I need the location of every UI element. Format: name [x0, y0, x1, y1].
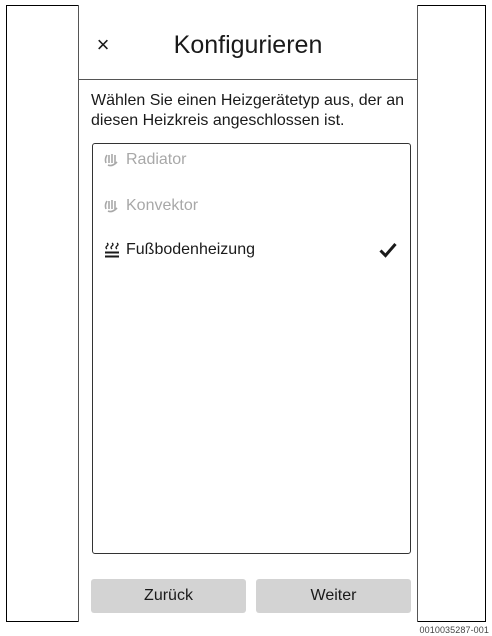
- figure: × Konfigurieren Wählen Sie einen Heizger…: [0, 0, 492, 636]
- instruction-text: Wählen Sie einen Heizgerätetyp aus, der …: [91, 92, 405, 129]
- page-title: Konfigurieren: [173, 31, 323, 59]
- convector-icon: [102, 196, 122, 216]
- checkmark-icon: [378, 240, 398, 260]
- figure-id: 0010035287-001: [419, 625, 489, 635]
- list-item-label: Radiator: [126, 151, 187, 168]
- floor-heating-icon: [102, 240, 122, 260]
- heater-type-list: Radiator Konvektor Fußbodenheizung: [92, 143, 411, 554]
- back-button[interactable]: Zurück: [91, 579, 246, 613]
- list-item-convector[interactable]: Konvektor: [102, 192, 398, 220]
- phone-screen: × Konfigurieren Wählen Sie einen Heizger…: [78, 5, 418, 622]
- list-item-radiator[interactable]: Radiator: [102, 146, 398, 174]
- dialog-header: × Konfigurieren: [79, 5, 417, 80]
- list-item-label: Konvektor: [126, 197, 199, 214]
- radiator-icon: [102, 150, 122, 170]
- list-item-label: Fußbodenheizung: [126, 241, 255, 258]
- next-button[interactable]: Weiter: [256, 579, 411, 613]
- list-item-floor-heating[interactable]: Fußbodenheizung: [102, 236, 398, 264]
